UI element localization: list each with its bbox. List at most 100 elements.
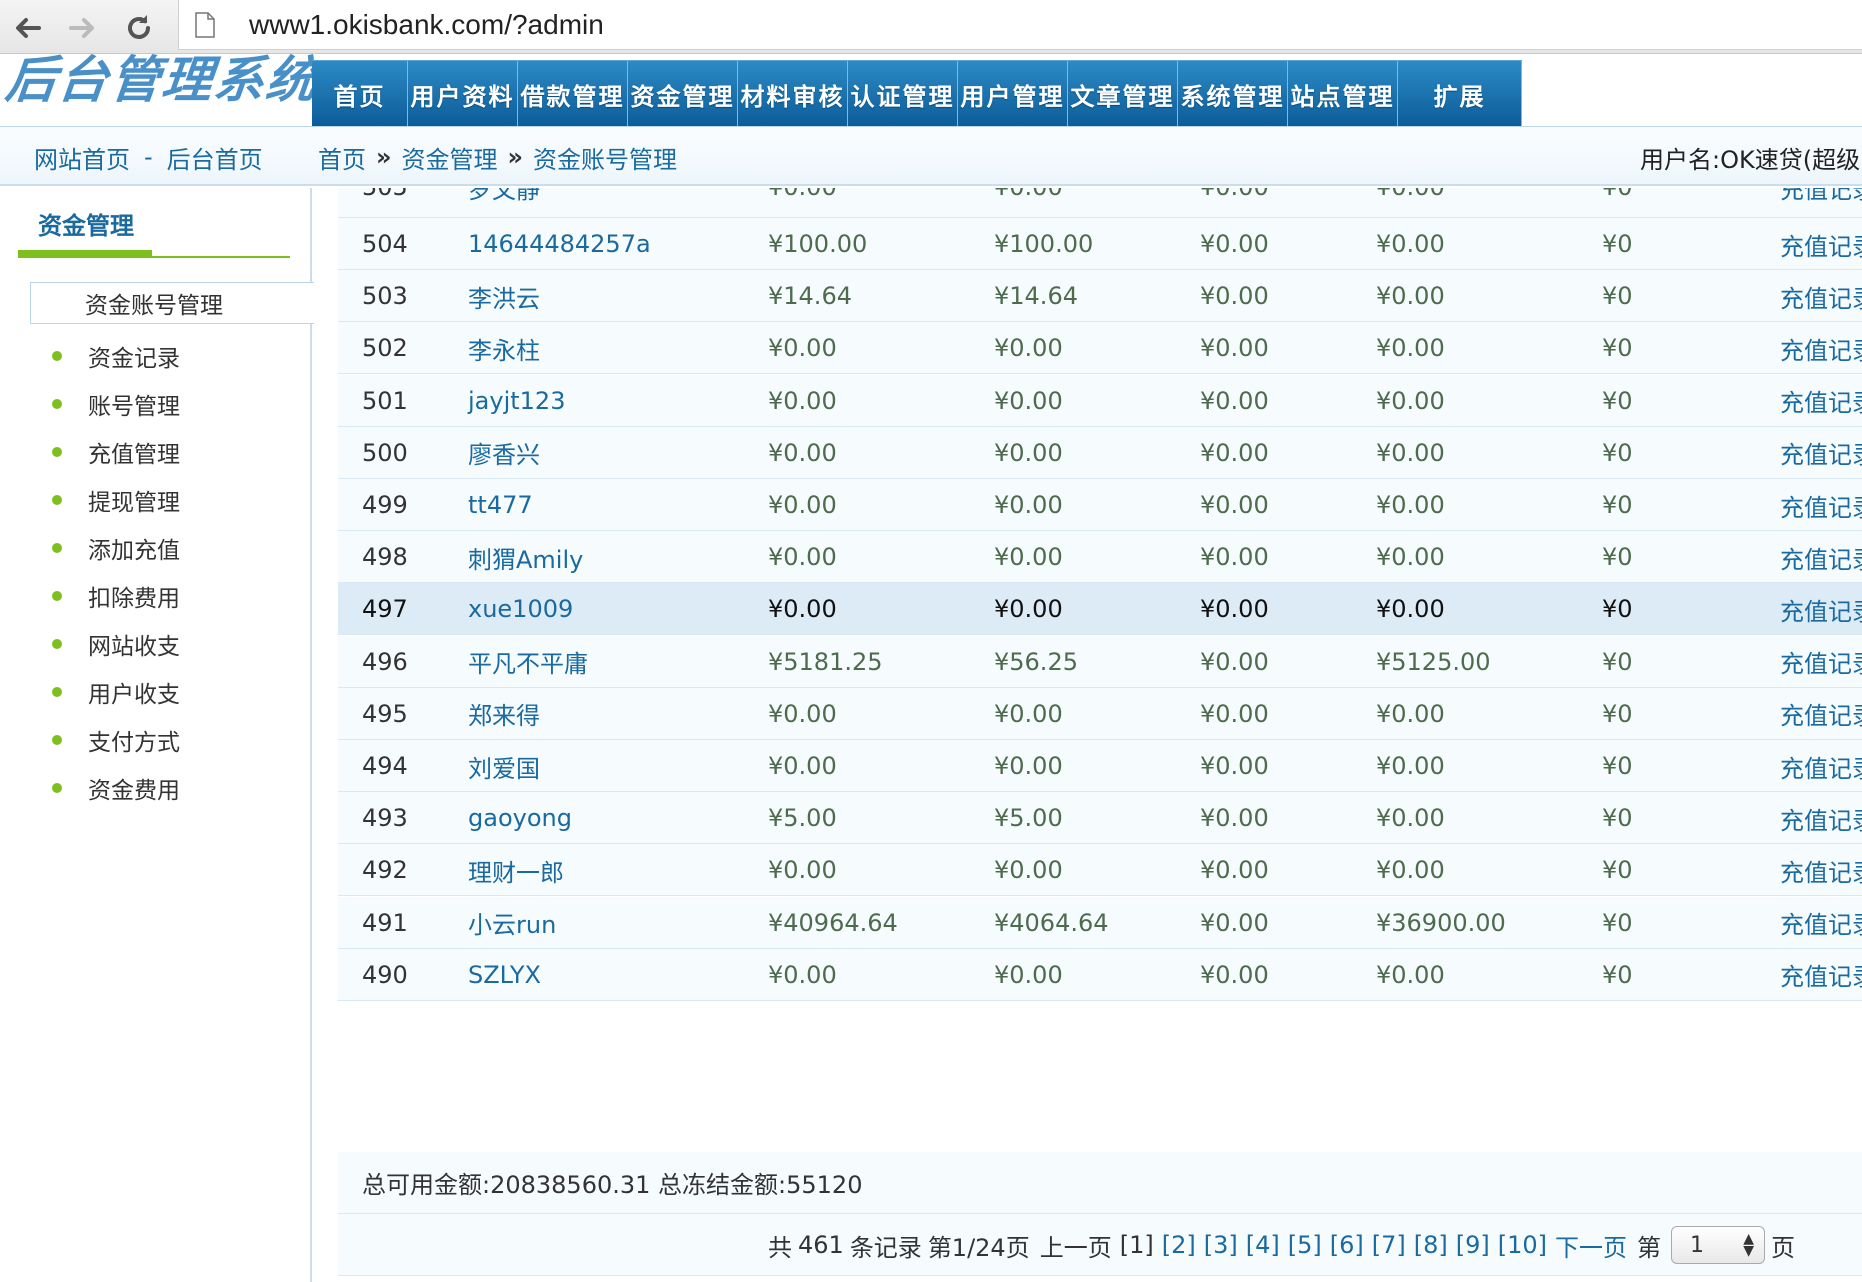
- cell-username[interactable]: 小云run: [468, 897, 556, 949]
- cell-username[interactable]: 郑来得: [468, 688, 540, 740]
- crumb-bar: 网站首页 - 后台首页 首页 » 资金管理 » 资金账号管理 用户名: OK速贷…: [0, 126, 1862, 186]
- cell-username[interactable]: SZLYX: [468, 949, 541, 1001]
- pager-page-9[interactable]: [9]: [1456, 1231, 1490, 1259]
- breadcrumb-fund-account[interactable]: 资金账号管理: [533, 140, 677, 175]
- recharge-record-link[interactable]: 充值记录: [1780, 531, 1862, 583]
- sidebar-item-add-recharge[interactable]: 添加充值: [52, 524, 180, 572]
- sidebar-item-payment-methods[interactable]: 支付方式: [52, 716, 180, 764]
- cell-available: ¥0.00: [994, 960, 1063, 989]
- recharge-record-link[interactable]: 充值记录: [1780, 636, 1862, 688]
- pager-next[interactable]: 下一页: [1555, 1228, 1627, 1263]
- admin-home-link[interactable]: 后台首页: [167, 140, 263, 175]
- nav-user-profile[interactable]: 用户资料: [408, 61, 518, 127]
- reload-icon: [128, 15, 150, 39]
- cell-id: 492: [362, 856, 408, 885]
- pager-goto-suffix: 页: [1770, 1233, 1795, 1262]
- cell-available: ¥0.00: [994, 491, 1063, 519]
- pager-page-10[interactable]: [10]: [1498, 1231, 1547, 1259]
- pagination: 共 461 条记录 第1/24页 上一页 [1] [2] [3] [4] [5]…: [768, 1214, 1795, 1276]
- pager-page-4[interactable]: [4]: [1246, 1231, 1280, 1259]
- cell-username[interactable]: 平凡不平庸: [468, 636, 588, 688]
- nav-home[interactable]: 首页: [312, 61, 408, 127]
- cell-available: ¥0.00: [994, 334, 1063, 363]
- recharge-record-link[interactable]: 充值记录: [1780, 218, 1862, 270]
- recharge-record-link[interactable]: 充值记录: [1780, 949, 1862, 1001]
- cell-username[interactable]: 廖香兴: [468, 427, 540, 479]
- cell-other: ¥0: [1602, 960, 1633, 989]
- sidebar-item-label: 添加充值: [88, 538, 180, 564]
- pager-page-1: [1]: [1119, 1231, 1154, 1259]
- recharge-record-link[interactable]: 充值记录: [1780, 375, 1862, 427]
- cell-username[interactable]: gaoyong: [468, 792, 572, 844]
- cell-id: 504: [362, 230, 408, 258]
- nav-user-management[interactable]: 用户管理: [958, 61, 1068, 127]
- recharge-record-link[interactable]: 充值记录: [1780, 583, 1862, 635]
- pager-page-5[interactable]: [5]: [1288, 1231, 1322, 1259]
- pager-page-6[interactable]: [6]: [1330, 1231, 1364, 1259]
- recharge-record-link[interactable]: 充值记录: [1780, 740, 1862, 792]
- recharge-record-link[interactable]: 充值记录: [1780, 270, 1862, 322]
- cell-username[interactable]: 理财一郎: [468, 844, 564, 896]
- nav-material-review[interactable]: 材料审核: [738, 61, 848, 127]
- sidebar-item-label: 提现管理: [88, 490, 180, 516]
- cell-username[interactable]: 刘爱国: [468, 740, 540, 792]
- nav-site-management[interactable]: 站点管理: [1288, 61, 1398, 127]
- sidebar-item-site-income[interactable]: 网站收支: [52, 620, 180, 668]
- reload-button[interactable]: [116, 6, 162, 50]
- cell-available: ¥0.00: [994, 752, 1063, 780]
- back-button[interactable]: [4, 6, 50, 50]
- page-select[interactable]: 1 ▲ ▼: [1670, 1226, 1765, 1264]
- pager-page-3[interactable]: [3]: [1204, 1231, 1238, 1259]
- url-text[interactable]: www1.okisbank.com/?admin: [249, 9, 604, 41]
- sidebar-item-withdraw-management[interactable]: 提现管理: [52, 476, 180, 524]
- recharge-record-link[interactable]: 充值记录: [1780, 322, 1862, 374]
- pager-page-8[interactable]: [8]: [1414, 1231, 1448, 1259]
- cell-username[interactable]: 罗文静: [468, 188, 540, 218]
- cell-username[interactable]: 刺猬Amily: [468, 531, 583, 583]
- cell-username[interactable]: 14644484257a: [468, 218, 651, 270]
- sidebar-item-fund-fees[interactable]: 资金费用: [52, 764, 180, 812]
- user-info: 用户名: OK速贷(超级: [1640, 127, 1860, 187]
- recharge-record-link[interactable]: 充值记录: [1780, 479, 1862, 531]
- forward-arrow-icon: [69, 18, 94, 38]
- sidebar-item-fund-account[interactable]: 资金账号管理: [30, 282, 314, 324]
- address-bar[interactable]: www1.okisbank.com/?admin: [178, 0, 1862, 50]
- cell-id: 498: [362, 543, 408, 572]
- nav-extend[interactable]: 扩展: [1398, 61, 1522, 127]
- forward-button[interactable]: [60, 6, 106, 50]
- cell-total: ¥0.00: [768, 386, 837, 415]
- nav-fund-management[interactable]: 资金管理: [628, 61, 738, 127]
- cell-username[interactable]: tt477: [468, 479, 533, 531]
- breadcrumb-separator: »: [376, 143, 392, 171]
- recharge-record-link[interactable]: 充值记录: [1780, 188, 1862, 218]
- cell-username[interactable]: jayjt123: [468, 375, 565, 427]
- cell-username[interactable]: 李洪云: [468, 270, 540, 322]
- cell-available: ¥0.00: [994, 386, 1063, 415]
- cell-frozen: ¥0.00: [1200, 230, 1269, 258]
- recharge-record-link[interactable]: 充值记录: [1780, 844, 1862, 896]
- cell-username[interactable]: xue1009: [468, 583, 573, 635]
- recharge-record-link[interactable]: 充值记录: [1780, 688, 1862, 740]
- cell-pending: ¥36900.00: [1376, 908, 1506, 937]
- sidebar-item-account-management[interactable]: 账号管理: [52, 380, 180, 428]
- nav-certification[interactable]: 认证管理: [848, 61, 958, 127]
- pager-total-prefix: 共: [768, 1233, 792, 1262]
- sidebar-item-user-income[interactable]: 用户收支: [52, 668, 180, 716]
- recharge-record-link[interactable]: 充值记录: [1780, 427, 1862, 479]
- cell-pending: ¥5125.00: [1376, 647, 1491, 676]
- site-home-link[interactable]: 网站首页: [34, 140, 130, 175]
- breadcrumb-fund-management[interactable]: 资金管理: [402, 140, 498, 175]
- nav-article-management[interactable]: 文章管理: [1068, 61, 1178, 127]
- nav-loan-management[interactable]: 借款管理: [518, 61, 628, 127]
- sidebar-item-deduct-fees[interactable]: 扣除费用: [52, 572, 180, 620]
- recharge-record-link[interactable]: 充值记录: [1780, 792, 1862, 844]
- pager-page-2[interactable]: [2]: [1162, 1231, 1196, 1259]
- breadcrumb-home[interactable]: 首页: [318, 140, 366, 175]
- nav-system-management[interactable]: 系统管理: [1178, 61, 1288, 127]
- sidebar-item-fund-records[interactable]: 资金记录: [52, 332, 180, 380]
- cell-username[interactable]: 李永柱: [468, 322, 540, 374]
- sidebar-item-recharge-management[interactable]: 充值管理: [52, 428, 180, 476]
- site-links: 网站首页 - 后台首页: [34, 127, 263, 187]
- pager-page-7[interactable]: [7]: [1372, 1231, 1406, 1259]
- recharge-record-link[interactable]: 充值记录: [1780, 897, 1862, 949]
